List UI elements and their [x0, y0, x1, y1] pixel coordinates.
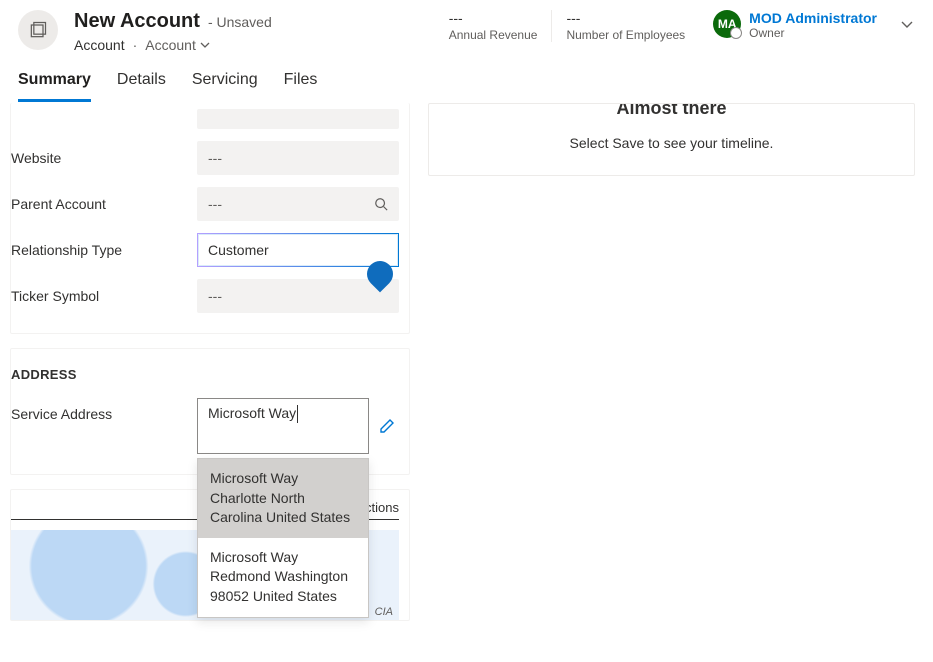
meta-annual-revenue-value: ---: [449, 10, 538, 26]
owner-role-label: Owner: [749, 26, 877, 40]
map-attribution: CIA: [375, 606, 393, 618]
tabs: Summary Details Servicing Files: [0, 61, 933, 103]
address-card: ADDRESS Service Address Microsoft Way Mi…: [10, 348, 410, 475]
chevron-down-icon: [899, 16, 915, 32]
meta-employees-label: Number of Employees: [566, 28, 685, 42]
breadcrumb: Account · Account: [74, 37, 272, 53]
field-above-website[interactable]: [197, 109, 399, 129]
tab-details[interactable]: Details: [117, 71, 166, 102]
address-suggestion-1[interactable]: Microsoft Way Redmond Washington 98052 U…: [198, 538, 368, 617]
record-header: New Account - Unsaved Account · Account …: [0, 0, 933, 61]
meta-annual-revenue-label: Annual Revenue: [449, 28, 538, 42]
owner-name: MOD Administrator: [749, 10, 877, 26]
service-address-input[interactable]: Microsoft Way: [197, 398, 369, 454]
meta-employees[interactable]: --- Number of Employees: [551, 10, 699, 42]
timeline-subtitle: Select Save to see your timeline.: [449, 135, 894, 151]
chevron-down-icon: [200, 40, 210, 50]
entity-name: Account: [74, 37, 125, 53]
page-title: New Account: [74, 10, 200, 33]
website-value: ---: [208, 150, 222, 166]
timeline-title: Almost there: [449, 103, 894, 119]
account-info-card: Website --- Parent Account --- Relations…: [10, 103, 410, 334]
tab-servicing[interactable]: Servicing: [192, 71, 258, 102]
parent-account-field[interactable]: ---: [197, 187, 399, 221]
avatar: MA: [713, 10, 741, 38]
relationship-type-field[interactable]: Customer: [197, 233, 399, 267]
breadcrumb-separator: ·: [133, 37, 138, 53]
search-icon[interactable]: [374, 197, 388, 211]
website-label: Website: [11, 150, 187, 166]
get-directions-link[interactable]: ctions: [365, 500, 399, 515]
form-selector[interactable]: Account: [145, 37, 210, 53]
parent-account-label: Parent Account: [11, 196, 187, 212]
timeline-panel: Almost there Select Save to see your tim…: [428, 103, 915, 176]
entity-icon: [18, 10, 58, 50]
address-suggestions: Microsoft Way Charlotte North Carolina U…: [197, 458, 369, 618]
title-block: New Account - Unsaved Account · Account: [74, 10, 272, 53]
website-field[interactable]: ---: [197, 141, 399, 175]
meta-owner[interactable]: MA MOD Administrator Owner: [699, 10, 915, 40]
edit-icon[interactable]: [379, 418, 399, 434]
meta-annual-revenue[interactable]: --- Annual Revenue: [435, 10, 552, 42]
header-expand[interactable]: [899, 16, 915, 32]
ticker-symbol-field[interactable]: ---: [197, 279, 399, 313]
tab-files[interactable]: Files: [284, 71, 318, 102]
ticker-symbol-label: Ticker Symbol: [11, 288, 187, 304]
ticker-symbol-value: ---: [208, 288, 222, 304]
parent-account-value: ---: [208, 196, 222, 212]
header-meta: --- Annual Revenue --- Number of Employe…: [435, 10, 915, 42]
relationship-type-label: Relationship Type: [11, 242, 187, 258]
meta-employees-value: ---: [566, 10, 685, 26]
address-section-title: ADDRESS: [11, 359, 399, 392]
service-address-label: Service Address: [11, 398, 187, 422]
relationship-type-value: Customer: [208, 242, 269, 258]
tab-summary[interactable]: Summary: [18, 71, 91, 102]
service-address-value: Microsoft Way: [208, 405, 296, 421]
address-suggestion-0[interactable]: Microsoft Way Charlotte North Carolina U…: [198, 459, 368, 538]
save-status: - Unsaved: [208, 14, 272, 30]
form-selector-label: Account: [145, 37, 196, 53]
